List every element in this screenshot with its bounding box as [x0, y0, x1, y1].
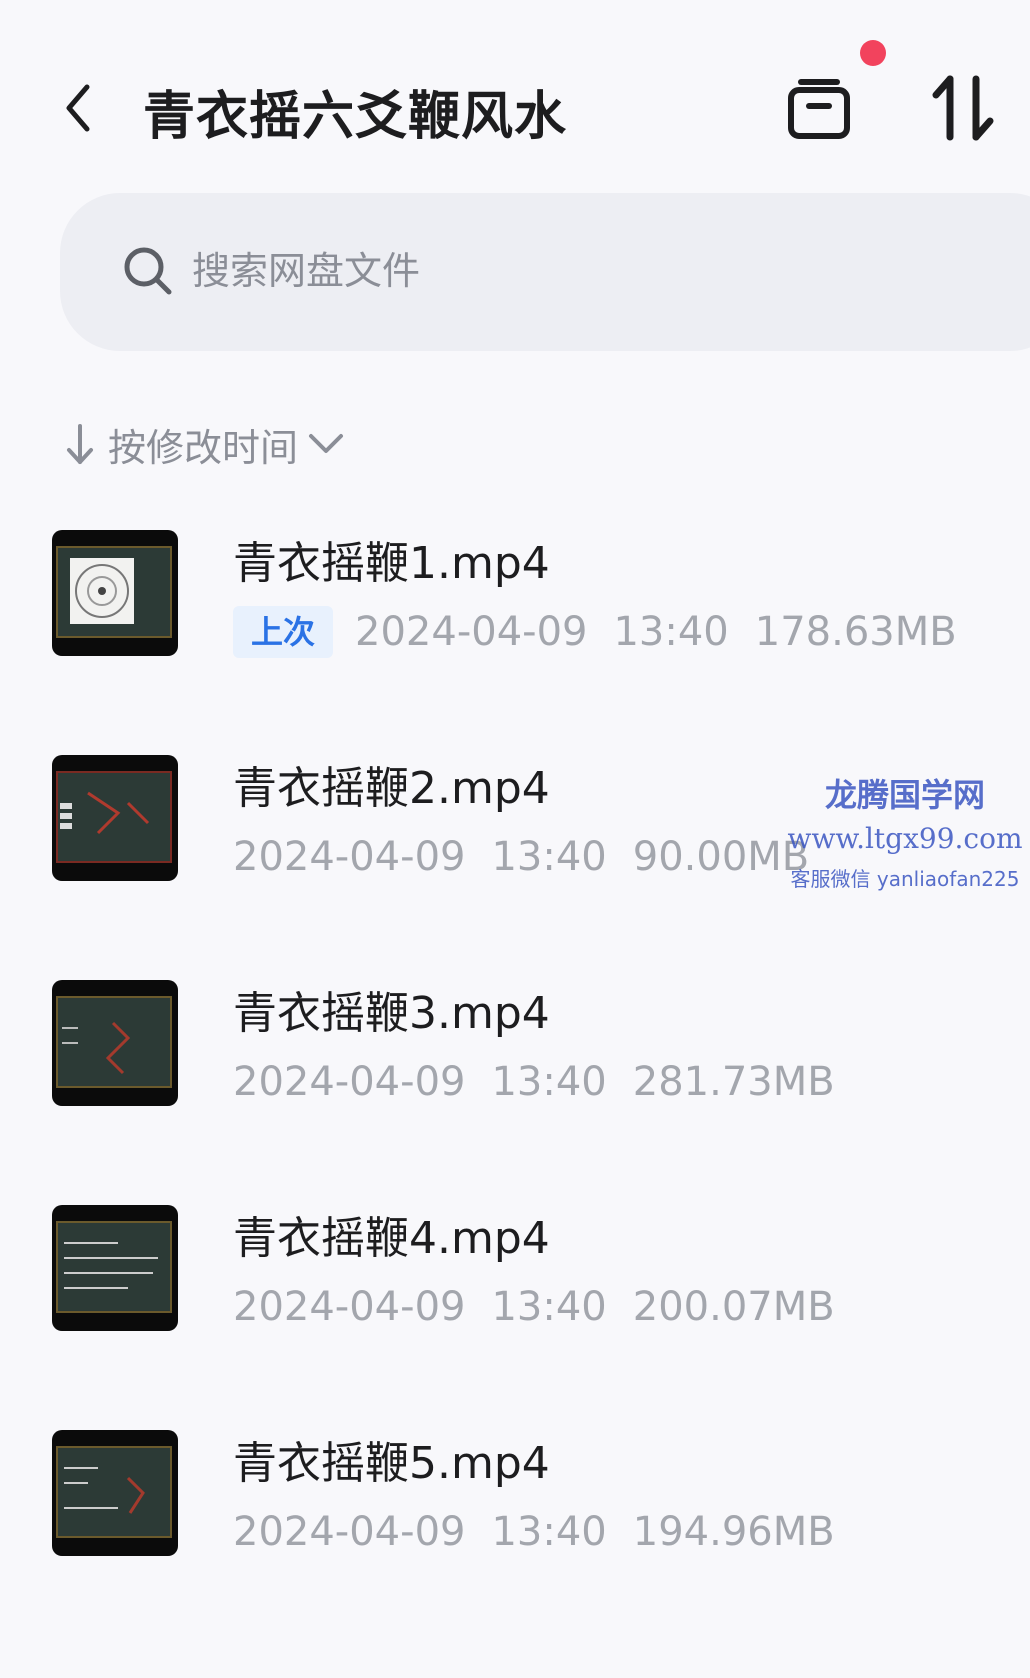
watermark-url: www.ltgx99.com — [787, 822, 1023, 855]
file-time: 13:40 — [491, 1284, 607, 1330]
file-size: 281.73MB — [632, 1059, 835, 1105]
list-item[interactable]: 青衣摇鞭5.mp4 2024-04-09 13:40 194.96MB — [0, 1400, 1030, 1625]
list-item[interactable]: 青衣摇鞭4.mp4 2024-04-09 13:40 200.07MB — [0, 1175, 1030, 1400]
search-placeholder: 搜索网盘文件 — [192, 249, 421, 293]
transfer-list-button[interactable] — [783, 72, 855, 144]
file-meta: 2024-04-09 13:40 200.07MB — [233, 1281, 861, 1333]
file-time: 13:40 — [613, 609, 729, 655]
file-name: 青衣摇鞭4.mp4 — [233, 1213, 550, 1264]
chevron-down-icon — [309, 434, 344, 453]
calendar-icon — [788, 79, 850, 139]
video-thumbnail — [52, 1430, 178, 1556]
sort-button[interactable] — [928, 70, 998, 146]
video-thumbnail — [52, 530, 178, 656]
watermark-contact: 客服微信 yanliaofan225 — [790, 867, 1020, 891]
file-time: 13:40 — [491, 1509, 607, 1555]
top-bar: 青衣摇六爻鞭风水 — [0, 0, 1030, 190]
file-time: 13:40 — [491, 834, 607, 880]
file-meta: 2024-04-09 13:40 194.96MB — [233, 1506, 861, 1558]
search-input[interactable]: 搜索网盘文件 — [60, 193, 1030, 351]
video-thumbnail — [52, 1205, 178, 1331]
search-icon — [124, 247, 172, 295]
file-date: 2024-04-09 — [233, 1509, 466, 1555]
file-date: 2024-04-09 — [233, 834, 466, 880]
page-title: 青衣摇六爻鞭风水 — [143, 87, 568, 147]
notification-dot — [860, 40, 886, 66]
file-name: 青衣摇鞭5.mp4 — [233, 1438, 550, 1489]
file-list: 青衣摇鞭1.mp4 上次 2024-04-09 13:40 178.63MB 青… — [0, 500, 1030, 1625]
file-name: 青衣摇鞭1.mp4 — [233, 538, 550, 589]
file-time: 13:40 — [491, 1059, 607, 1105]
sort-order-selector[interactable]: 按修改时间 — [66, 416, 344, 472]
arrow-down-icon — [67, 424, 93, 464]
watermark: 龙腾国学网 www.ltgx99.com 客服微信 yanliaofan225 — [780, 770, 1030, 892]
sort-arrows-icon — [932, 75, 994, 141]
file-name: 青衣摇鞭3.mp4 — [233, 988, 550, 1039]
file-size: 200.07MB — [632, 1284, 835, 1330]
list-item[interactable]: 青衣摇鞭3.mp4 2024-04-09 13:40 281.73MB — [0, 950, 1030, 1175]
file-date: 2024-04-09 — [355, 609, 588, 655]
sort-label: 按修改时间 — [108, 425, 299, 470]
file-name: 青衣摇鞭2.mp4 — [233, 763, 550, 814]
video-thumbnail — [52, 980, 178, 1106]
video-thumbnail — [52, 755, 178, 881]
file-size: 178.63MB — [754, 609, 957, 655]
watermark-title: 龙腾国学网 — [824, 776, 985, 814]
list-item[interactable]: 青衣摇鞭1.mp4 上次 2024-04-09 13:40 178.63MB — [0, 500, 1030, 725]
chevron-left-icon — [66, 84, 90, 132]
file-meta: 2024-04-09 13:40 90.00MB — [233, 831, 835, 883]
last-viewed-badge: 上次 — [233, 606, 334, 658]
file-date: 2024-04-09 — [233, 1284, 466, 1330]
back-button[interactable] — [58, 80, 98, 136]
file-meta: 上次 2024-04-09 13:40 178.63MB — [233, 606, 983, 658]
file-meta: 2024-04-09 13:40 281.73MB — [233, 1056, 861, 1108]
file-size: 194.96MB — [632, 1509, 835, 1555]
file-date: 2024-04-09 — [233, 1059, 466, 1105]
